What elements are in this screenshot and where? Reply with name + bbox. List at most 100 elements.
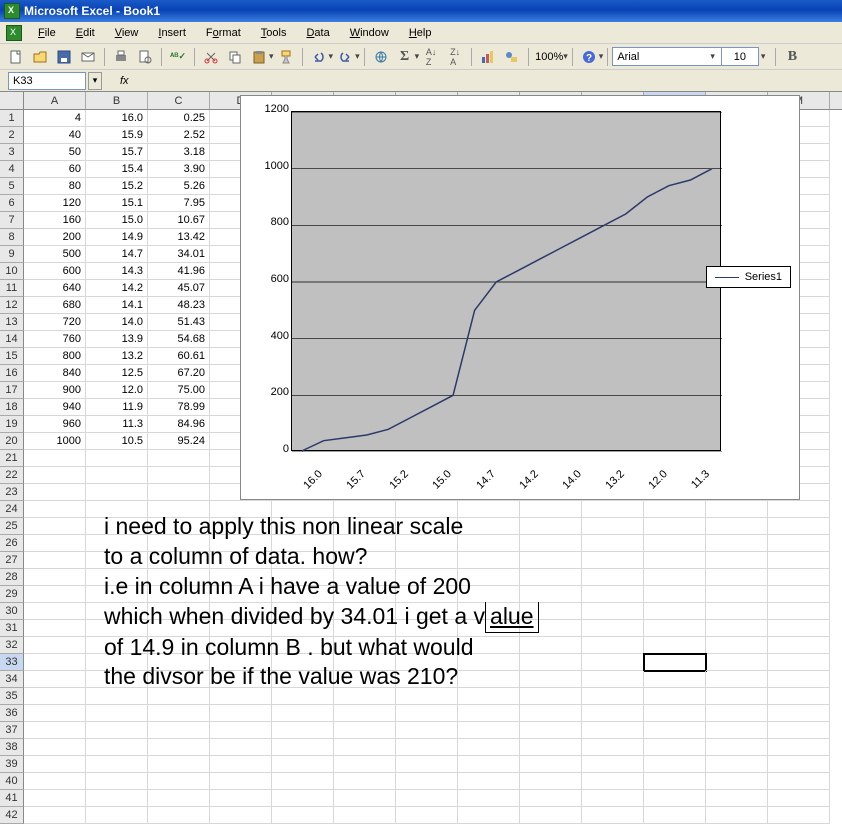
cell-G41[interactable] xyxy=(396,790,458,807)
cell-M38[interactable] xyxy=(768,739,830,756)
save-button[interactable] xyxy=(53,46,75,68)
cell-B10[interactable]: 14.3 xyxy=(86,263,148,280)
cell-C22[interactable] xyxy=(148,467,210,484)
cell-H41[interactable] xyxy=(458,790,520,807)
cell-A29[interactable] xyxy=(24,586,86,603)
cell-E36[interactable] xyxy=(272,705,334,722)
cell-F41[interactable] xyxy=(334,790,396,807)
undo-button[interactable] xyxy=(308,46,330,68)
cell-I36[interactable] xyxy=(520,705,582,722)
cell-K41[interactable] xyxy=(644,790,706,807)
cell-M27[interactable] xyxy=(768,552,830,569)
cell-A18[interactable]: 940 xyxy=(24,399,86,416)
cell-B3[interactable]: 15.7 xyxy=(86,144,148,161)
cell-A31[interactable] xyxy=(24,620,86,637)
cell-A39[interactable] xyxy=(24,756,86,773)
cell-B23[interactable] xyxy=(86,484,148,501)
cell-A33[interactable] xyxy=(24,654,86,671)
row-header-16[interactable]: 16 xyxy=(0,365,24,382)
cell-C10[interactable]: 41.96 xyxy=(148,263,210,280)
cell-C9[interactable]: 34.01 xyxy=(148,246,210,263)
cell-A3[interactable]: 50 xyxy=(24,144,86,161)
cell-E40[interactable] xyxy=(272,773,334,790)
row-header-28[interactable]: 28 xyxy=(0,569,24,586)
cell-D38[interactable] xyxy=(210,739,272,756)
redo-dropdown-icon[interactable]: ▾ xyxy=(355,51,360,62)
cell-M26[interactable] xyxy=(768,535,830,552)
row-header-13[interactable]: 13 xyxy=(0,314,24,331)
cell-A14[interactable]: 760 xyxy=(24,331,86,348)
cell-M35[interactable] xyxy=(768,688,830,705)
row-header-27[interactable]: 27 xyxy=(0,552,24,569)
cell-A41[interactable] xyxy=(24,790,86,807)
cell-B20[interactable]: 10.5 xyxy=(86,433,148,450)
cell-A6[interactable]: 120 xyxy=(24,195,86,212)
cell-A9[interactable]: 500 xyxy=(24,246,86,263)
cell-M40[interactable] xyxy=(768,773,830,790)
cell-M25[interactable] xyxy=(768,518,830,535)
menu-insert[interactable]: Insert xyxy=(150,25,194,41)
spellcheck-button[interactable]: ᴬᴮ✓ xyxy=(167,46,189,68)
cell-B22[interactable] xyxy=(86,467,148,484)
cell-B14[interactable]: 13.9 xyxy=(86,331,148,348)
cell-D39[interactable] xyxy=(210,756,272,773)
cell-C21[interactable] xyxy=(148,450,210,467)
cell-H42[interactable] xyxy=(458,807,520,824)
cell-A8[interactable]: 200 xyxy=(24,229,86,246)
cell-C37[interactable] xyxy=(148,722,210,739)
namebox-dropdown-icon[interactable]: ▾ xyxy=(88,72,102,90)
open-button[interactable] xyxy=(29,46,51,68)
cell-H40[interactable] xyxy=(458,773,520,790)
cell-E41[interactable] xyxy=(272,790,334,807)
cell-I41[interactable] xyxy=(520,790,582,807)
cell-A34[interactable] xyxy=(24,671,86,688)
row-header-31[interactable]: 31 xyxy=(0,620,24,637)
cell-M36[interactable] xyxy=(768,705,830,722)
cell-A35[interactable] xyxy=(24,688,86,705)
cell-M39[interactable] xyxy=(768,756,830,773)
cell-C20[interactable]: 95.24 xyxy=(148,433,210,450)
cell-H37[interactable] xyxy=(458,722,520,739)
cell-C23[interactable] xyxy=(148,484,210,501)
cell-I39[interactable] xyxy=(520,756,582,773)
cell-C8[interactable]: 13.42 xyxy=(148,229,210,246)
cell-L39[interactable] xyxy=(706,756,768,773)
cell-B17[interactable]: 12.0 xyxy=(86,382,148,399)
row-header-40[interactable]: 40 xyxy=(0,773,24,790)
menu-tools[interactable]: Tools xyxy=(253,25,295,41)
cell-A25[interactable] xyxy=(24,518,86,535)
row-header-2[interactable]: 2 xyxy=(0,127,24,144)
cell-C15[interactable]: 60.61 xyxy=(148,348,210,365)
cell-B21[interactable] xyxy=(86,450,148,467)
cell-F36[interactable] xyxy=(334,705,396,722)
cell-I38[interactable] xyxy=(520,739,582,756)
cell-L36[interactable] xyxy=(706,705,768,722)
row-header-35[interactable]: 35 xyxy=(0,688,24,705)
cell-K37[interactable] xyxy=(644,722,706,739)
cell-M41[interactable] xyxy=(768,790,830,807)
cell-A32[interactable] xyxy=(24,637,86,654)
name-box[interactable]: K33 xyxy=(8,72,86,90)
row-header-39[interactable]: 39 xyxy=(0,756,24,773)
cell-C5[interactable]: 5.26 xyxy=(148,178,210,195)
cell-A26[interactable] xyxy=(24,535,86,552)
cell-C36[interactable] xyxy=(148,705,210,722)
cell-C6[interactable]: 7.95 xyxy=(148,195,210,212)
row-header-1[interactable]: 1 xyxy=(0,110,24,127)
cell-M30[interactable] xyxy=(768,603,830,620)
cell-K39[interactable] xyxy=(644,756,706,773)
cell-E37[interactable] xyxy=(272,722,334,739)
cell-D36[interactable] xyxy=(210,705,272,722)
cell-C39[interactable] xyxy=(148,756,210,773)
cell-A15[interactable]: 800 xyxy=(24,348,86,365)
cell-B1[interactable]: 16.0 xyxy=(86,110,148,127)
cell-A7[interactable]: 160 xyxy=(24,212,86,229)
cell-G37[interactable] xyxy=(396,722,458,739)
cell-A4[interactable]: 60 xyxy=(24,161,86,178)
cell-D41[interactable] xyxy=(210,790,272,807)
new-button[interactable] xyxy=(5,46,27,68)
cell-J39[interactable] xyxy=(582,756,644,773)
cell-H36[interactable] xyxy=(458,705,520,722)
cell-C11[interactable]: 45.07 xyxy=(148,280,210,297)
cell-C12[interactable]: 48.23 xyxy=(148,297,210,314)
